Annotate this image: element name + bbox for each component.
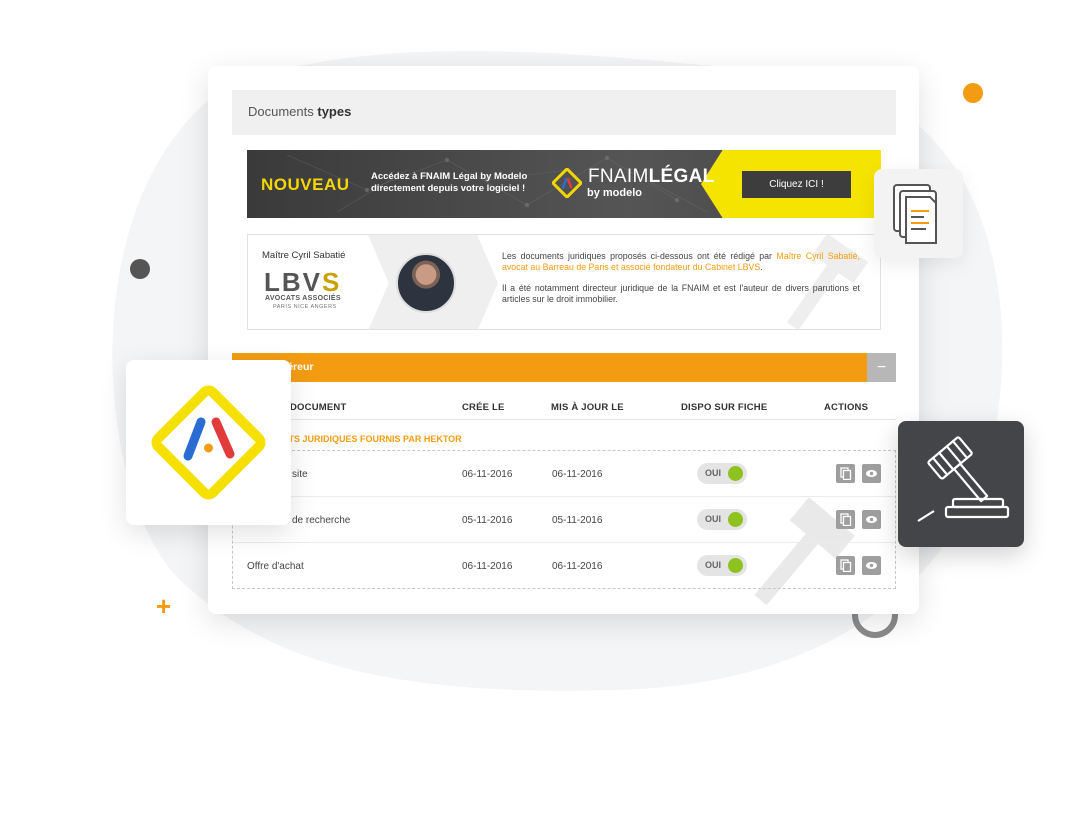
modelo-logo-icon bbox=[151, 385, 266, 500]
copy-button[interactable] bbox=[836, 510, 855, 529]
column-header-updated[interactable]: MIS À JOUR LE bbox=[551, 402, 624, 413]
eye-icon bbox=[866, 516, 877, 523]
banner-brand: FNAIMLÉGAL bbox=[588, 166, 715, 187]
banner-brand-sub: by modelo bbox=[587, 187, 643, 199]
cta-button[interactable]: Cliquez ICI ! bbox=[742, 171, 851, 198]
banner-text: Accédez à FNAIM Légal by Modelo directem… bbox=[371, 171, 528, 194]
copy-icon bbox=[840, 513, 852, 526]
document-list-icon bbox=[893, 184, 937, 244]
view-button[interactable] bbox=[862, 556, 881, 575]
toggle-knob bbox=[728, 512, 743, 527]
updated-date: 06-11-2016 bbox=[552, 561, 603, 572]
eye-icon bbox=[866, 562, 877, 569]
updated-date: 05-11-2016 bbox=[552, 515, 603, 526]
view-button[interactable] bbox=[862, 510, 881, 529]
column-header-document[interactable]: DOCUMENT bbox=[290, 402, 347, 413]
decorative-dot-orange bbox=[963, 83, 983, 103]
toggle-knob bbox=[728, 558, 743, 573]
avatar bbox=[396, 253, 456, 313]
dispo-toggle[interactable]: OUI bbox=[697, 463, 747, 484]
firm-logo: LBVS bbox=[264, 267, 342, 297]
table-row[interactable]: site 06-11-2016 06-11-2016 OUI bbox=[233, 451, 895, 497]
author-name: Maître Cyril Sabatié bbox=[262, 250, 346, 261]
gavel-icon bbox=[917, 436, 1010, 522]
page-title: Documents types bbox=[232, 90, 896, 135]
section-header-acquereur[interactable]: nts Acquéreur − bbox=[232, 353, 896, 382]
copy-button[interactable] bbox=[836, 464, 855, 483]
firm-cities: PARIS NICE ANGERS bbox=[273, 304, 337, 310]
created-date: 06-11-2016 bbox=[462, 561, 513, 572]
table-row[interactable]: de recherche 05-11-2016 05-11-2016 OUI bbox=[233, 497, 895, 543]
table-row[interactable]: Offre d'achat 06-11-2016 06-11-2016 OUI bbox=[233, 543, 895, 589]
created-date: 05-11-2016 bbox=[462, 515, 513, 526]
modelo-small-logo-icon bbox=[552, 168, 582, 198]
dispo-toggle[interactable]: OUI bbox=[697, 509, 747, 530]
toggle-knob bbox=[728, 466, 743, 481]
author-box: Maître Cyril Sabatié LBVS AVOCATS ASSOCI… bbox=[247, 234, 881, 330]
dispo-toggle[interactable]: OUI bbox=[697, 555, 747, 576]
header-divider bbox=[232, 419, 896, 420]
banner-new-badge: NOUVEAU bbox=[261, 175, 350, 194]
firm-subtitle: AVOCATS ASSOCIÉS bbox=[265, 295, 341, 302]
updated-date: 06-11-2016 bbox=[552, 469, 603, 480]
created-date: 06-11-2016 bbox=[462, 469, 513, 480]
document-name[interactable]: Offre d'achat bbox=[247, 561, 304, 572]
collapse-button[interactable]: − bbox=[867, 353, 896, 382]
column-header-actions: ACTIONS bbox=[824, 402, 869, 413]
document-list-tile bbox=[874, 169, 963, 258]
decorative-plus-icon: + bbox=[156, 591, 172, 621]
column-header-dispo[interactable]: DISPO SUR FICHE bbox=[681, 402, 767, 413]
author-description: Les documents juridiques proposés ci-des… bbox=[502, 251, 861, 304]
documents-table: site 06-11-2016 06-11-2016 OUI de recher… bbox=[232, 450, 896, 589]
group-label: NTS JURIDIQUES FOURNIS PAR HEKTOR bbox=[282, 434, 462, 444]
document-name[interactable]: de recherche bbox=[292, 515, 350, 526]
copy-icon bbox=[840, 559, 852, 572]
view-button[interactable] bbox=[862, 464, 881, 483]
decorative-dot-gray bbox=[130, 259, 150, 279]
column-header-created[interactable]: CRÉE LE bbox=[462, 402, 505, 413]
copy-button[interactable] bbox=[836, 556, 855, 575]
eye-icon bbox=[866, 470, 877, 477]
author-info: Maître Cyril Sabatié LBVS AVOCATS ASSOCI… bbox=[248, 235, 368, 329]
fnaim-promo-banner[interactable]: NOUVEAU Accédez à FNAIM Légal by Modelo … bbox=[247, 150, 881, 218]
gavel-tile bbox=[898, 421, 1024, 547]
documents-card: Documents types NOUVEAU Accédez à FNAIM … bbox=[208, 66, 919, 614]
copy-icon bbox=[840, 467, 852, 480]
modelo-logo-tile bbox=[126, 360, 291, 525]
document-name[interactable]: site bbox=[292, 469, 308, 480]
